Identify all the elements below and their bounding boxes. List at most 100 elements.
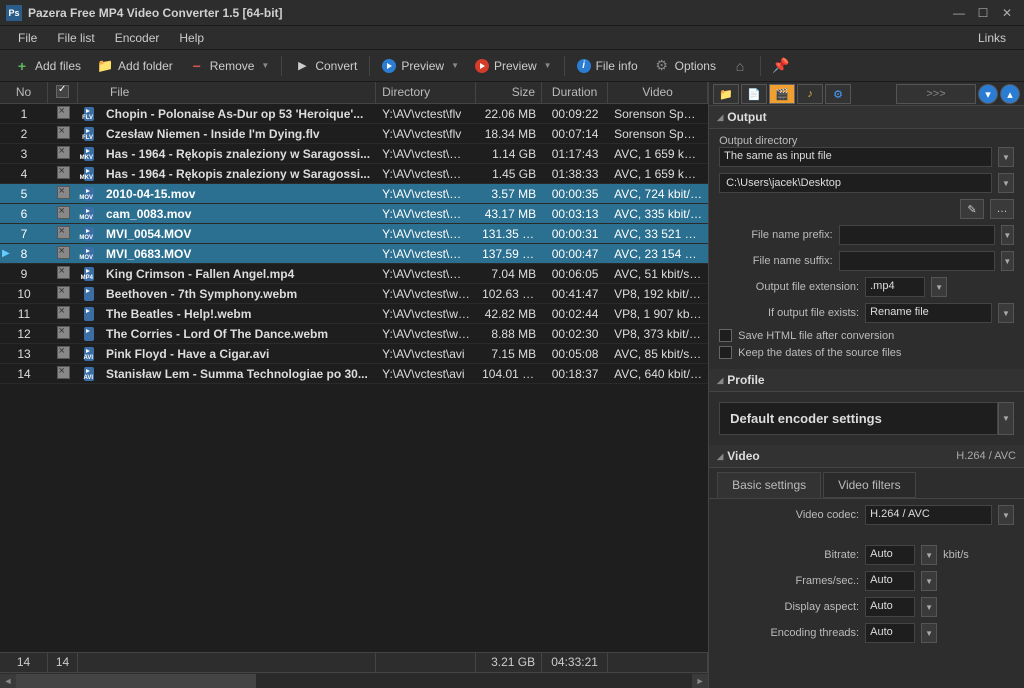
tab-advanced-icon[interactable]: ⚙ (825, 84, 851, 104)
fps-select[interactable]: Auto (865, 571, 915, 591)
tab-video-icon[interactable]: 🎬 (769, 84, 795, 104)
remove-button[interactable]: −Remove▼ (181, 55, 278, 77)
row-checkbox-icon[interactable] (57, 126, 70, 139)
tab-doc-icon[interactable]: 📄 (741, 84, 767, 104)
output-section-header[interactable]: ◢Output (709, 106, 1024, 129)
cell-check[interactable] (48, 364, 78, 384)
scroll-right-button[interactable]: ► (692, 674, 708, 688)
scroll-left-button[interactable]: ◄ (0, 674, 16, 688)
table-row[interactable]: 2FLVCzesław Niemen - Inside I'm Dying.fl… (0, 124, 708, 144)
scroll-track[interactable] (16, 674, 692, 688)
dropdown-icon[interactable]: ▼ (998, 147, 1014, 167)
cell-check[interactable] (48, 184, 78, 204)
dropdown-icon[interactable]: ▼ (998, 303, 1014, 323)
dropdown-icon[interactable]: ▼ (921, 545, 937, 565)
prefix-input[interactable] (839, 225, 995, 245)
cell-check[interactable] (48, 224, 78, 244)
home-button[interactable]: ⌂ (724, 55, 756, 77)
convert-button[interactable]: ▶Convert (286, 55, 365, 77)
dropdown-icon[interactable]: ▼ (921, 623, 937, 643)
table-row[interactable]: 4MKVHas - 1964 - Rękopis znaleziony w Sa… (0, 164, 708, 184)
table-row[interactable]: 12The Corries - Lord Of The Dance.webmY:… (0, 324, 708, 344)
table-row[interactable]: 11The Beatles - Help!.webmY:\AV\vctest\w… (0, 304, 708, 324)
maximize-button[interactable]: ☐ (972, 4, 994, 22)
table-row[interactable]: 5MOV2010-04-15.movY:\AV\vctest\mov3.57 M… (0, 184, 708, 204)
file-info-button[interactable]: iFile info (569, 56, 646, 76)
row-checkbox-icon[interactable] (57, 166, 70, 179)
row-checkbox-icon[interactable] (57, 146, 70, 159)
row-checkbox-icon[interactable] (57, 226, 70, 239)
save-html-checkbox[interactable]: Save HTML file after conversion (719, 329, 1014, 342)
row-checkbox-icon[interactable] (57, 206, 70, 219)
browse-path-button[interactable]: … (990, 199, 1014, 219)
tab-video-filters[interactable]: Video filters (823, 472, 915, 498)
cell-check[interactable] (48, 204, 78, 224)
threads-select[interactable]: Auto (865, 623, 915, 643)
cell-check[interactable] (48, 264, 78, 284)
preview-input-button[interactable]: Preview▼ (374, 56, 467, 76)
aspect-select[interactable]: Auto (865, 597, 915, 617)
table-row[interactable]: 9MP4King Crimson - Fallen Angel.mp4Y:\AV… (0, 264, 708, 284)
dropdown-icon[interactable]: ▼ (998, 505, 1014, 525)
cell-check[interactable] (48, 284, 78, 304)
cell-check[interactable] (48, 124, 78, 144)
table-row[interactable]: 10Beethoven - 7th Symphony.webmY:\AV\vct… (0, 284, 708, 304)
expand-all-button[interactable]: ▴ (1000, 84, 1020, 104)
table-body[interactable]: 1FLVChopin - Polonaise As-Dur op 53 'Her… (0, 104, 708, 652)
exists-select[interactable]: Rename file (865, 303, 992, 323)
pin-button[interactable]: 📌 (765, 55, 797, 77)
tab-basic-settings[interactable]: Basic settings (717, 472, 821, 498)
table-row[interactable]: 14AVIStanisław Lem - Summa Technologiae … (0, 364, 708, 384)
row-checkbox-icon[interactable] (57, 106, 70, 119)
cell-check[interactable] (48, 104, 78, 124)
table-row[interactable]: 3MKVHas - 1964 - Rękopis znaleziony w Sa… (0, 144, 708, 164)
cell-check[interactable] (48, 244, 78, 264)
suffix-input[interactable] (839, 251, 995, 271)
scroll-thumb[interactable] (16, 674, 256, 688)
table-row[interactable]: 7MOVMVI_0054.MOVY:\AV\vctest\mov\...131.… (0, 224, 708, 244)
tab-expand-button[interactable]: >>> (896, 84, 976, 104)
video-section-header[interactable]: ◢VideoH.264 / AVC (709, 445, 1024, 468)
row-checkbox-icon[interactable] (57, 246, 70, 259)
edit-path-button[interactable]: ✎ (960, 199, 984, 219)
minimize-button[interactable]: — (948, 4, 970, 22)
profile-section-header[interactable]: ◢Profile (709, 369, 1024, 392)
col-file[interactable]: File (100, 82, 376, 103)
col-no[interactable]: No (0, 82, 48, 103)
row-checkbox-icon[interactable] (57, 286, 70, 299)
dropdown-icon[interactable]: ▼ (921, 597, 937, 617)
profile-select[interactable]: Default encoder settings (719, 402, 998, 435)
col-size[interactable]: Size (476, 82, 542, 103)
bitrate-select[interactable]: Auto (865, 545, 915, 565)
menu-help[interactable]: Help (169, 28, 214, 48)
codec-select[interactable]: H.264 / AVC (865, 505, 992, 525)
keep-dates-checkbox[interactable]: Keep the dates of the source files (719, 346, 1014, 359)
close-button[interactable]: ✕ (996, 4, 1018, 22)
add-files-button[interactable]: +Add files (6, 55, 89, 77)
col-duration[interactable]: Duration (542, 82, 608, 103)
add-folder-button[interactable]: 📁Add folder (89, 55, 181, 77)
tab-output-icon[interactable]: 📁 (713, 84, 739, 104)
output-dir-select[interactable]: The same as input file (719, 147, 992, 167)
dropdown-icon[interactable]: ▼ (931, 277, 947, 297)
cell-check[interactable] (48, 324, 78, 344)
cell-check[interactable] (48, 344, 78, 364)
menu-filelist[interactable]: File list (47, 28, 104, 48)
preview-output-button[interactable]: Preview▼ (467, 56, 560, 76)
checkall-icon[interactable] (56, 85, 69, 98)
row-checkbox-icon[interactable] (57, 306, 70, 319)
menu-file[interactable]: File (8, 28, 47, 48)
row-checkbox-icon[interactable] (57, 186, 70, 199)
row-checkbox-icon[interactable] (57, 346, 70, 359)
table-row[interactable]: 13AVIPink Floyd - Have a Cigar.aviY:\AV\… (0, 344, 708, 364)
collapse-all-button[interactable]: ▾ (978, 84, 998, 104)
col-check[interactable] (48, 82, 78, 103)
row-checkbox-icon[interactable] (57, 326, 70, 339)
horizontal-scrollbar[interactable]: ◄ ► (0, 672, 708, 688)
tab-audio-icon[interactable]: ♪ (797, 84, 823, 104)
menu-encoder[interactable]: Encoder (105, 28, 170, 48)
table-row[interactable]: 1FLVChopin - Polonaise As-Dur op 53 'Her… (0, 104, 708, 124)
dropdown-icon[interactable]: ▼ (1001, 225, 1014, 245)
table-row[interactable]: 6MOVcam_0083.movY:\AV\vctest\mov43.17 MB… (0, 204, 708, 224)
cell-check[interactable] (48, 304, 78, 324)
